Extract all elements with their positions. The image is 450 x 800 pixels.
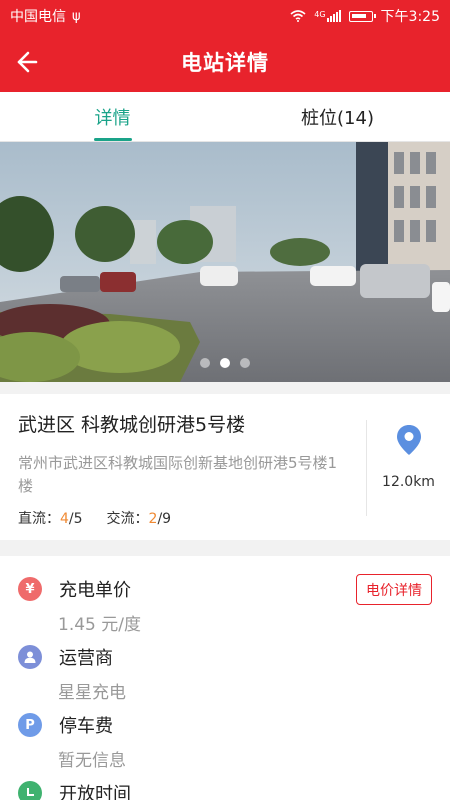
hours-label: 开放时间: [59, 784, 131, 800]
station-summary-card: 武进区 科教城创研港5号楼 常州市武进区科教城国际创新基地创研港5号楼1楼 直流…: [0, 394, 450, 540]
pile-counts: 直流：4/5 交流：2/9: [18, 508, 171, 528]
clock-icon: [18, 781, 42, 800]
carousel-indicator: [0, 358, 450, 368]
map-pin-icon: [396, 425, 421, 455]
parking-row: P 停车费: [18, 712, 113, 738]
price-value: 1.45 元/度: [58, 615, 141, 635]
station-name: 武进区 科教城创研港5号楼: [18, 414, 246, 436]
parking-icon: P: [18, 713, 42, 737]
carousel-dot[interactable]: [240, 358, 250, 368]
carrier-name: 中国电信: [10, 9, 66, 25]
tab-details[interactable]: 详情: [0, 92, 225, 141]
station-photo: [0, 142, 450, 382]
operator-row: 运营商: [18, 644, 113, 670]
station-address: 常州市武进区科教城国际创新基地创研港5号楼1楼: [18, 454, 338, 495]
wifi-icon: [290, 10, 306, 22]
ac-label: 交流：: [106, 511, 149, 527]
ac-count: 交流：2/9: [107, 508, 172, 528]
hours-row: 开放时间: [18, 780, 131, 800]
usb-icon: ψ: [72, 8, 81, 24]
yuan-icon: ¥: [18, 577, 42, 601]
tab-bar: 详情 桩位(14): [0, 92, 450, 142]
operator-label: 运营商: [59, 648, 113, 669]
price-row: ¥ 充电单价: [18, 576, 131, 602]
back-arrow-icon: [17, 51, 38, 73]
parking-label: 停车费: [59, 716, 113, 737]
tab-piles[interactable]: 桩位(14): [225, 92, 450, 141]
operator-value: 星星充电: [58, 683, 126, 703]
carousel-dot-active[interactable]: [220, 358, 230, 368]
battery-icon: [348, 10, 376, 22]
station-photo-carousel[interactable]: [0, 142, 450, 382]
price-detail-button[interactable]: 电价详情: [356, 574, 432, 605]
dc-count: 直流：4/5: [18, 508, 83, 528]
navigate-button[interactable]: 12.0km: [367, 424, 450, 514]
distance-label: 12.0km: [382, 474, 435, 490]
ac-total: /9: [157, 511, 172, 527]
station-info-list: ¥ 充电单价 电价详情 1.45 元/度 运营商 星星充电 P 停车费 暂无信息…: [0, 556, 450, 800]
page-title: 电站详情: [181, 51, 269, 75]
signal-icon: 4G: [314, 10, 341, 22]
nav-bar: 电站详情: [0, 32, 450, 92]
status-bar: 中国电信 ψ 4G 下午3:25: [0, 0, 450, 32]
person-icon: [18, 645, 42, 669]
price-label: 充电单价: [59, 580, 131, 601]
network-type: 4G: [314, 10, 326, 19]
dc-label: 直流：: [18, 511, 60, 527]
carousel-dot[interactable]: [200, 358, 210, 368]
clock-time: 下午3:25: [380, 9, 440, 25]
dc-available: 4: [60, 511, 69, 527]
dc-total: /5: [68, 511, 83, 527]
parking-value: 暂无信息: [58, 751, 126, 771]
back-button[interactable]: [12, 46, 42, 78]
